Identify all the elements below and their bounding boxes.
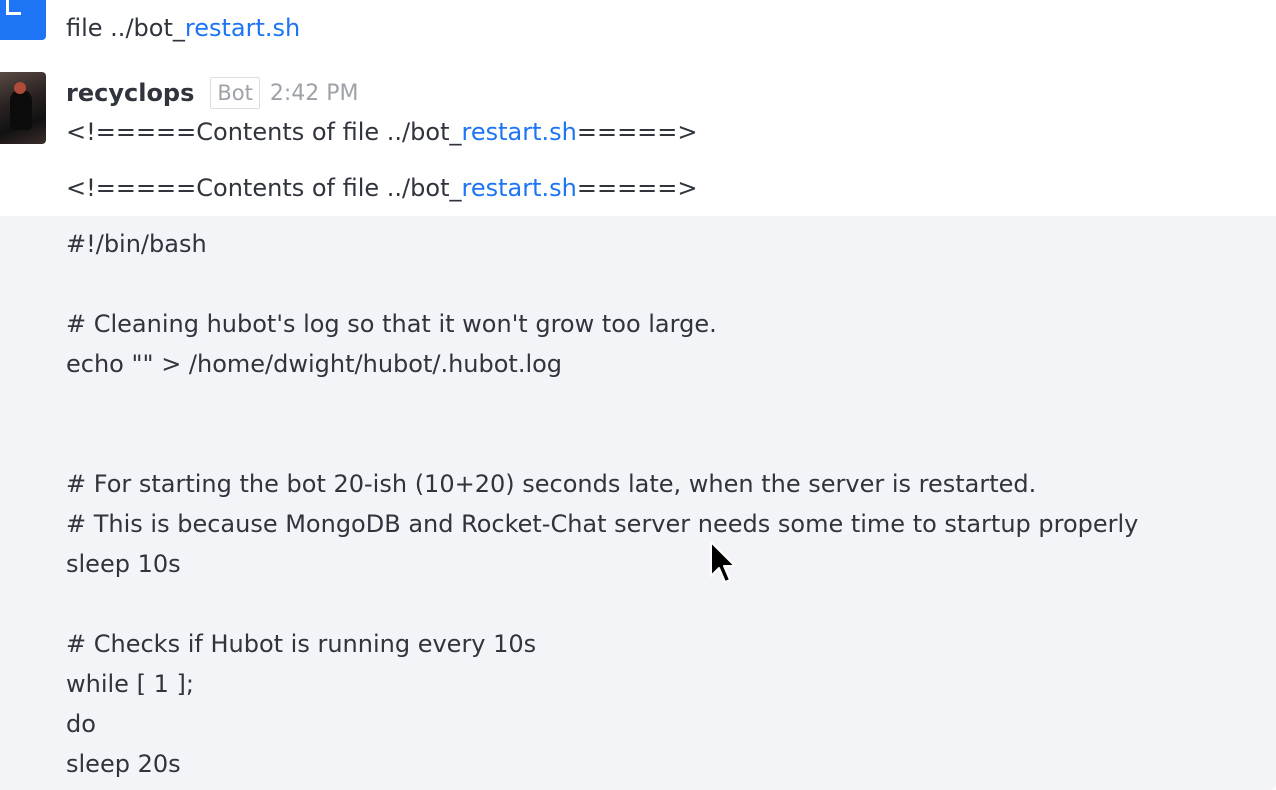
code-line: sleep 10s	[66, 550, 181, 578]
body-line-file-link[interactable]: restart.sh	[461, 174, 576, 202]
previous-message-prefix: file ../bot_	[66, 14, 185, 42]
bot-badge: Bot	[210, 77, 260, 109]
avatar-figure	[10, 90, 32, 130]
message-username[interactable]: recyclops	[66, 79, 194, 107]
code-line: #!/bin/bash	[66, 230, 207, 258]
code-line: sleep 20s	[66, 750, 181, 778]
code-block: #!/bin/bash # Cleaning hubot's log so th…	[0, 216, 1276, 790]
code-line: # This is because MongoDB and Rocket-Cha…	[66, 510, 1139, 538]
code-line: while [ 1 ];	[66, 670, 194, 698]
code-line: # For starting the bot 20-ish (10+20) se…	[66, 470, 1037, 498]
header-line-file-link[interactable]: restart.sh	[461, 118, 576, 146]
user-avatar-icon	[6, 0, 21, 15]
code-line: # Checks if Hubot is running every 10s	[66, 630, 537, 658]
header-line-suffix: =====>	[576, 118, 698, 146]
code-line: do	[66, 710, 96, 738]
code-line: # Cleaning hubot's log so that it won't …	[66, 310, 717, 338]
message-header: recyclops Bot 2:42 PM	[66, 76, 359, 110]
avatar-face	[14, 82, 26, 94]
previous-message-text: file ../bot_restart.sh	[66, 12, 300, 44]
body-line-suffix: =====>	[576, 174, 698, 202]
header-line-prefix: <!=====Contents of file ../bot_	[66, 118, 462, 146]
message-timestamp: 2:42 PM	[269, 80, 359, 106]
mouse-pointer-icon	[710, 541, 736, 583]
previous-user-avatar[interactable]	[0, 0, 46, 40]
chat-message-area: file ../bot_restart.sh recyclops Bot 2:4…	[0, 0, 1276, 790]
message-header-line: <!=====Contents of file ../bot_restart.s…	[66, 116, 698, 148]
message-body-line: <!=====Contents of file ../bot_restart.s…	[66, 172, 698, 204]
previous-message-file-link[interactable]: restart.sh	[185, 14, 300, 42]
code-line: echo "" > /home/dwight/hubot/.hubot.log	[66, 350, 563, 378]
bot-avatar[interactable]	[0, 72, 46, 144]
body-line-prefix: <!=====Contents of file ../bot_	[66, 174, 462, 202]
